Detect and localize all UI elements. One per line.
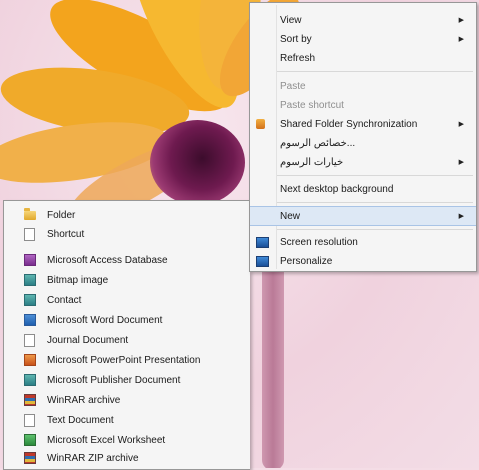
menu-item-label: Next desktop background xyxy=(280,183,394,195)
word-document-icon xyxy=(24,314,36,326)
access-database-icon xyxy=(24,254,36,266)
menu-item-paste-shortcut[interactable]: Paste shortcut xyxy=(250,95,476,115)
menu-item-label: Paste xyxy=(280,80,306,92)
menu-item-graphics-options[interactable]: خيارات الرسوم ▶ xyxy=(250,152,476,172)
text-document-icon xyxy=(24,413,35,427)
menu-item-contact[interactable]: Contact xyxy=(4,290,250,310)
menu-item-label: Personalize xyxy=(280,255,333,267)
menu-item-label: Microsoft PowerPoint Presentation xyxy=(47,354,201,366)
submenu-arrow-icon: ▶ xyxy=(458,17,464,24)
menu-separator xyxy=(277,175,473,176)
personalize-icon xyxy=(256,255,269,267)
menu-item-winrar-archive[interactable]: WinRAR archive xyxy=(4,390,250,410)
menu-item-label: Shortcut xyxy=(47,228,85,240)
menu-item-sort-by[interactable]: Sort by ▶ xyxy=(250,29,476,49)
menu-item-publisher-document[interactable]: Microsoft Publisher Document xyxy=(4,370,250,390)
menu-item-label: Screen resolution xyxy=(280,236,358,248)
menu-item-label: Paste shortcut xyxy=(280,99,344,111)
menu-item-screen-resolution[interactable]: Screen resolution xyxy=(250,232,476,252)
menu-item-label: New xyxy=(280,210,301,222)
menu-separator xyxy=(277,229,473,230)
excel-worksheet-icon xyxy=(24,434,36,446)
menu-item-next-desktop-background[interactable]: Next desktop background xyxy=(250,179,476,199)
submenu-arrow-icon: ▶ xyxy=(458,213,464,220)
menu-item-label: Bitmap image xyxy=(47,274,109,286)
submenu-arrow-icon: ▶ xyxy=(458,159,464,166)
menu-item-text-document[interactable]: Text Document xyxy=(4,410,250,430)
menu-separator xyxy=(277,202,473,203)
contact-icon xyxy=(24,294,36,306)
menu-item-personalize[interactable]: Personalize xyxy=(250,251,476,271)
submenu-arrow-icon: ▶ xyxy=(458,36,464,43)
powerpoint-presentation-icon xyxy=(24,354,36,366)
menu-item-new[interactable]: New ▶ xyxy=(250,206,476,226)
menu-item-label: Sort by xyxy=(280,33,312,45)
menu-item-word-document[interactable]: Microsoft Word Document xyxy=(4,310,250,330)
menu-item-label: Microsoft Word Document xyxy=(47,314,163,326)
menu-item-label: Folder xyxy=(47,209,76,221)
menu-item-folder[interactable]: Folder xyxy=(4,205,250,225)
menu-item-refresh[interactable]: Refresh xyxy=(250,48,476,68)
winrar-archive-icon xyxy=(24,394,36,406)
journal-document-icon xyxy=(24,333,35,347)
menu-item-label: WinRAR archive xyxy=(47,394,121,406)
bitmap-image-icon xyxy=(24,274,36,286)
sync-folder-icon xyxy=(256,119,265,129)
publisher-document-icon xyxy=(24,374,36,386)
menu-item-label: Refresh xyxy=(280,52,316,64)
submenu-arrow-icon: ▶ xyxy=(458,121,464,128)
menu-item-label: Microsoft Excel Worksheet xyxy=(47,434,166,446)
new-submenu: Folder Shortcut Microsoft Access Databas… xyxy=(3,200,250,470)
menu-item-label: Text Document xyxy=(47,414,114,426)
menu-item-label: Journal Document xyxy=(47,334,129,346)
menu-item-graphics-properties[interactable]: ...خصائص الرسوم xyxy=(250,133,476,153)
menu-item-label: Microsoft Publisher Document xyxy=(47,374,181,386)
menu-item-shortcut[interactable]: Shortcut xyxy=(4,224,250,244)
menu-item-label: Contact xyxy=(47,294,82,306)
menu-item-paste[interactable]: Paste xyxy=(250,76,476,96)
menu-item-label: ...خصائص الرسوم xyxy=(280,137,356,149)
menu-item-access-database[interactable]: Microsoft Access Database xyxy=(4,250,250,270)
menu-item-label: خيارات الرسوم xyxy=(280,156,344,168)
menu-item-label: Microsoft Access Database xyxy=(47,254,168,266)
menu-item-view[interactable]: View ▶ xyxy=(250,10,476,30)
menu-item-shared-folder-synchronization[interactable]: Shared Folder Synchronization ▶ xyxy=(250,114,476,134)
winrar-zip-icon xyxy=(24,452,36,464)
menu-item-label: View xyxy=(280,14,302,26)
menu-item-excel-worksheet[interactable]: Microsoft Excel Worksheet xyxy=(4,430,250,450)
menu-separator xyxy=(277,71,473,72)
flower-center xyxy=(150,120,245,205)
screen-resolution-icon xyxy=(256,236,269,248)
menu-item-winrar-zip-archive[interactable]: WinRAR ZIP archive xyxy=(4,448,250,468)
desktop-context-menu: View ▶ Sort by ▶ Refresh Paste Paste sho… xyxy=(249,2,477,272)
menu-item-journal-document[interactable]: Journal Document xyxy=(4,330,250,350)
menu-item-powerpoint-presentation[interactable]: Microsoft PowerPoint Presentation xyxy=(4,350,250,370)
shortcut-icon xyxy=(24,227,35,241)
menu-item-label: Shared Folder Synchronization xyxy=(280,118,418,130)
menu-item-label: WinRAR ZIP archive xyxy=(47,452,139,464)
menu-item-bitmap-image[interactable]: Bitmap image xyxy=(4,270,250,290)
folder-icon xyxy=(24,208,36,220)
